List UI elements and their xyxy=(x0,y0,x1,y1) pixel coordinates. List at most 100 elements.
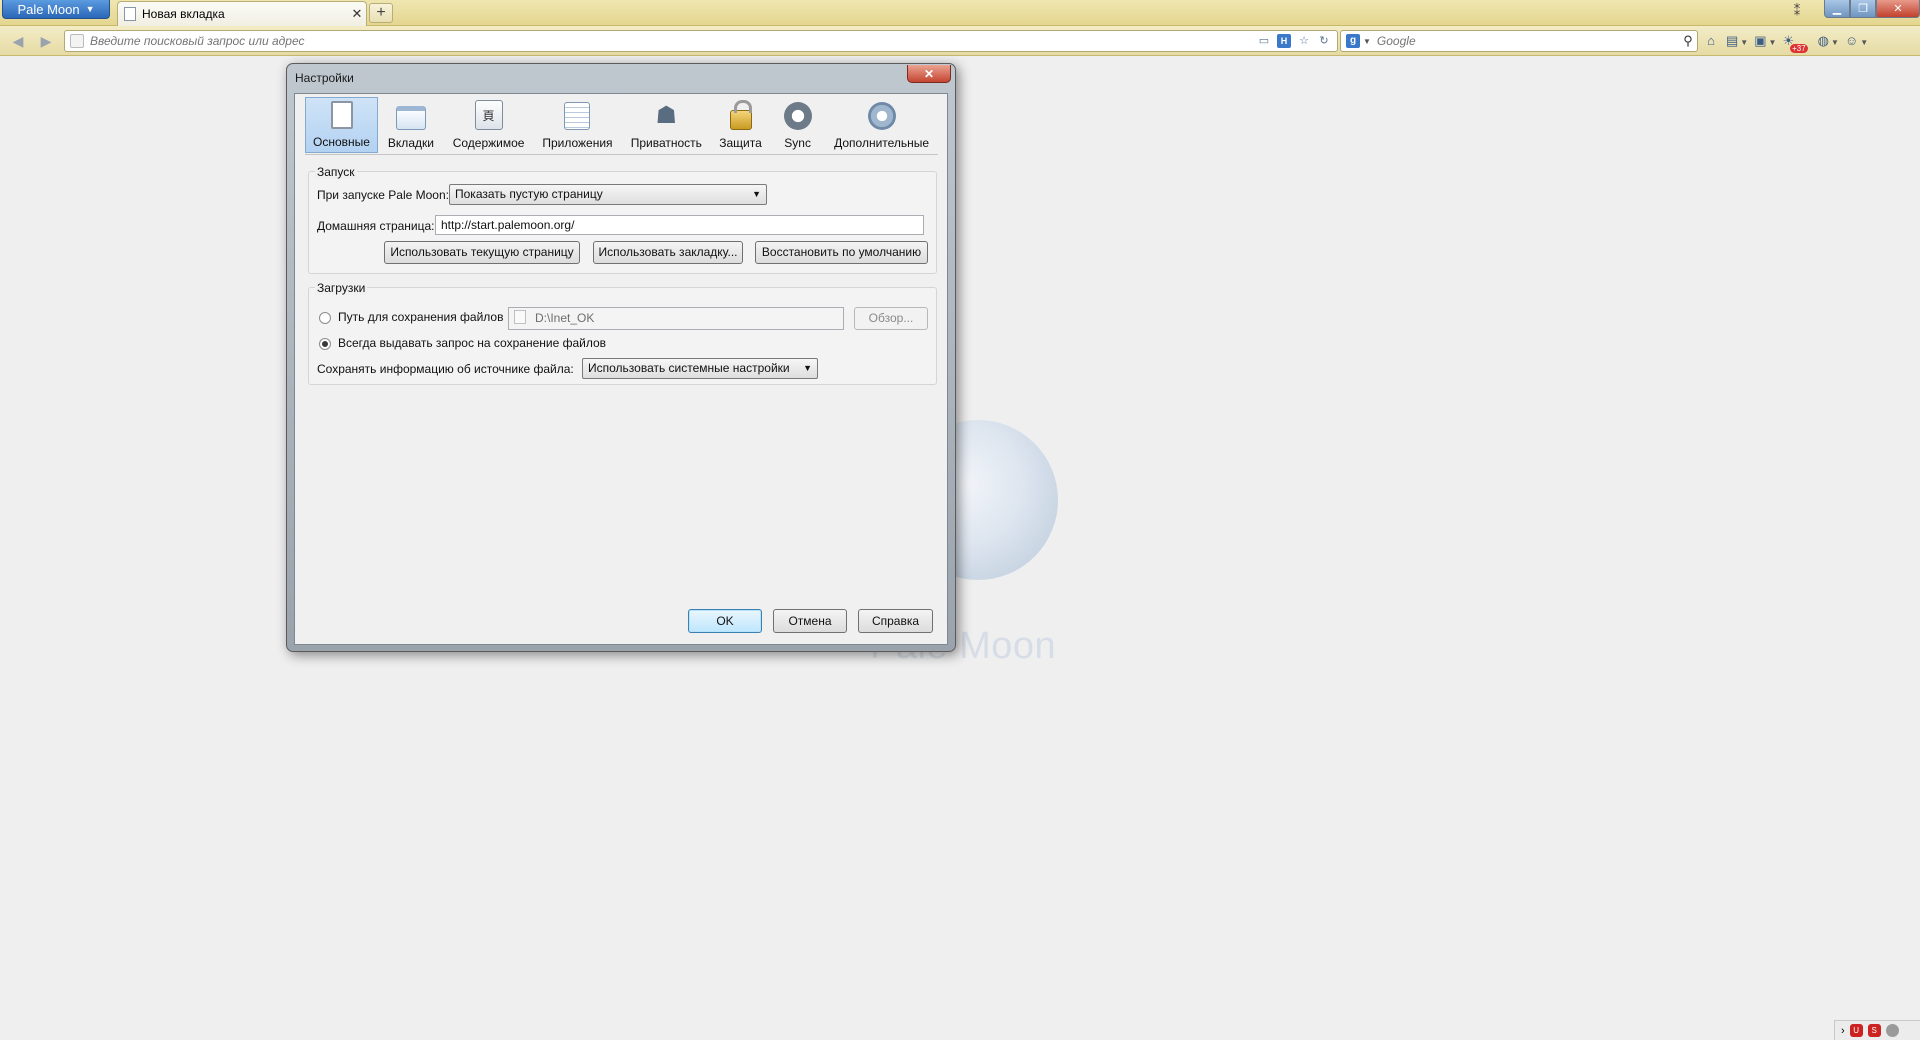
pane-privacy[interactable]: ☗ Приватность xyxy=(622,97,711,153)
chevron-down-icon: ▼ xyxy=(803,363,812,373)
reload-icon[interactable]: ↻ xyxy=(1317,34,1331,48)
downloads-group-label: Загрузки xyxy=(315,281,368,295)
pane-label: Защита xyxy=(719,136,762,150)
list-all-tabs-icon[interactable]: ⁑ xyxy=(1784,0,1810,20)
addon-globe-icon[interactable]: ◍ ▼ xyxy=(1818,32,1839,50)
general-icon xyxy=(330,101,353,129)
when-starts-value: Показать пустую страницу xyxy=(455,187,603,201)
pane-label: Основные xyxy=(313,135,370,149)
rss-feed-icon[interactable]: H xyxy=(1277,34,1291,48)
tab-title: Новая вкладка xyxy=(142,7,225,21)
toolbar-buttons: ⌂ ▤ ▼ ▣ ▼ ☀+37 ◍ ▼ ☺ ▼ xyxy=(1702,32,1868,53)
use-bookmark-button[interactable]: Использовать закладку... xyxy=(593,241,743,264)
pane-content[interactable]: 頁 Содержимое xyxy=(444,97,533,153)
status-globe-icon[interactable] xyxy=(1885,1024,1899,1037)
content-icon: 頁 xyxy=(474,100,503,130)
pane-advanced[interactable]: Дополнительные xyxy=(825,97,938,153)
dialog-content: Основные Вкладки 頁 Содержимое Приложения… xyxy=(294,93,948,645)
home-icon[interactable]: ⌂ xyxy=(1702,32,1720,50)
folder-icon xyxy=(514,310,526,324)
cancel-button[interactable]: Отмена xyxy=(773,609,847,633)
navigation-toolbar: ◀ ▶ ▭ H ☆ ↻ g ▼ ⚲ ⌂ ▤▼ ▣▼ ☀+37 ◍▼ ☺▼ xyxy=(0,26,1920,56)
addon-smiley-icon[interactable]: ☺ ▼ xyxy=(1845,32,1868,50)
address-input[interactable] xyxy=(90,34,1257,48)
when-starts-select[interactable]: Показать пустую страницу ▼ xyxy=(449,184,767,205)
save-to-radio[interactable] xyxy=(319,312,331,324)
pane-tabs[interactable]: Вкладки xyxy=(378,97,444,153)
bookmark-star-icon[interactable]: ☆ xyxy=(1297,34,1311,48)
pane-selector: Основные Вкладки 頁 Содержимое Приложения… xyxy=(305,97,938,155)
page-icon xyxy=(124,7,136,21)
noscript-icon[interactable]: S xyxy=(1867,1024,1881,1037)
source-info-select[interactable]: Использовать системные настройки ▼ xyxy=(582,358,818,379)
pane-sync[interactable]: Sync xyxy=(770,97,825,153)
bookmarks-menu-icon[interactable]: ▤ ▼ xyxy=(1726,32,1748,50)
save-to-label: Путь для сохранения файлов xyxy=(338,310,504,324)
browse-button[interactable]: Обзор... xyxy=(854,307,928,330)
privacy-mask-icon: ☗ xyxy=(655,101,678,129)
google-engine-icon[interactable]: g xyxy=(1346,34,1360,48)
tab-new-tab[interactable]: Новая вкладка ✕ xyxy=(117,1,367,26)
pane-label: Приложения xyxy=(542,136,613,150)
use-current-page-button[interactable]: Использовать текущую страницу xyxy=(384,241,580,264)
notification-badge: +37 xyxy=(1790,44,1808,53)
pane-general[interactable]: Основные xyxy=(305,97,378,153)
always-ask-radio[interactable] xyxy=(319,338,331,350)
sidebar-icon[interactable]: ▣ ▼ xyxy=(1754,32,1776,50)
help-button[interactable]: Справка xyxy=(858,609,933,633)
chevron-down-icon: ▼ xyxy=(85,4,95,14)
ok-button[interactable]: OK xyxy=(688,609,762,633)
home-page-label: Домашняя страница: xyxy=(317,219,435,233)
search-bar[interactable]: g ▼ ⚲ xyxy=(1340,30,1698,52)
pane-label: Вкладки xyxy=(387,136,434,150)
status-bar-tray: › U S xyxy=(1834,1020,1920,1040)
pane-security[interactable]: Защита xyxy=(711,97,770,153)
startup-group-label: Запуск xyxy=(315,165,357,179)
search-input[interactable] xyxy=(1376,34,1679,48)
pane-label: Приватность xyxy=(630,136,702,150)
engine-dropdown-icon[interactable]: ▼ xyxy=(1363,37,1371,46)
gear-icon xyxy=(867,102,896,130)
search-magnifier-icon[interactable]: ⚲ xyxy=(1679,33,1697,49)
tab-strip: Pale Moon ▼ Новая вкладка ✕ + ⁑ ▁ ❐ ✕ xyxy=(0,0,1920,26)
minimize-button[interactable]: ▁ xyxy=(1824,0,1850,18)
save-to-path: D:\Inet_OK xyxy=(535,311,595,325)
save-to-path-field: D:\Inet_OK xyxy=(508,307,844,330)
maximize-button[interactable]: ❐ xyxy=(1850,0,1876,18)
pane-label: Дополнительные xyxy=(834,136,930,150)
source-info-label: Сохранять информацию об источнике файла: xyxy=(317,362,574,376)
adblock-icon[interactable]: U xyxy=(1849,1024,1863,1037)
tabs-icon xyxy=(395,106,426,130)
applications-icon xyxy=(564,102,591,130)
always-ask-label: Всегда выдавать запрос на сохранение фай… xyxy=(338,336,607,350)
close-window-button[interactable]: ✕ xyxy=(1876,0,1920,18)
source-info-value: Использовать системные настройки xyxy=(588,361,790,375)
downloads-group: Загрузки Путь для сохранения файлов D:\I… xyxy=(308,281,937,385)
home-page-input[interactable]: http://start.palemoon.org/ xyxy=(435,215,924,235)
padlock-icon xyxy=(729,100,752,130)
back-arrow-icon[interactable]: ◀ xyxy=(10,33,26,49)
addon-notification-icon[interactable]: ☀+37 xyxy=(1782,32,1811,53)
app-menu-label: Pale Moon xyxy=(17,1,80,17)
chevron-down-icon: ▼ xyxy=(752,189,761,199)
pane-label: Содержимое xyxy=(452,136,525,150)
settings-dialog: Настройки ✕ Основные Вкладки 頁 Содержимо… xyxy=(286,63,956,652)
address-bar[interactable]: ▭ H ☆ ↻ xyxy=(64,30,1338,52)
forward-arrow-icon[interactable]: ▶ xyxy=(38,33,54,49)
app-menu-button[interactable]: Pale Moon ▼ xyxy=(2,0,110,19)
dialog-title: Настройки xyxy=(295,71,354,85)
pane-applications[interactable]: Приложения xyxy=(533,97,621,153)
site-identity-icon[interactable] xyxy=(70,34,84,48)
reader-view-icon[interactable]: ▭ xyxy=(1257,34,1271,48)
chevron-right-icon[interactable]: › xyxy=(1841,1025,1845,1037)
address-bar-icons: ▭ H ☆ ↻ xyxy=(1257,34,1331,48)
window-controls: ⁑ ▁ ❐ ✕ xyxy=(1784,0,1920,20)
dialog-close-button[interactable]: ✕ xyxy=(907,65,951,83)
close-tab-icon[interactable]: ✕ xyxy=(348,6,366,22)
new-tab-button[interactable]: + xyxy=(369,3,393,23)
sync-icon xyxy=(783,102,812,130)
startup-group: Запуск При запуске Pale Moon: Показать п… xyxy=(308,165,937,274)
pane-label: Sync xyxy=(784,136,811,150)
restore-default-button[interactable]: Восстановить по умолчанию xyxy=(755,241,928,264)
when-starts-label: При запуске Pale Moon: xyxy=(317,188,449,202)
